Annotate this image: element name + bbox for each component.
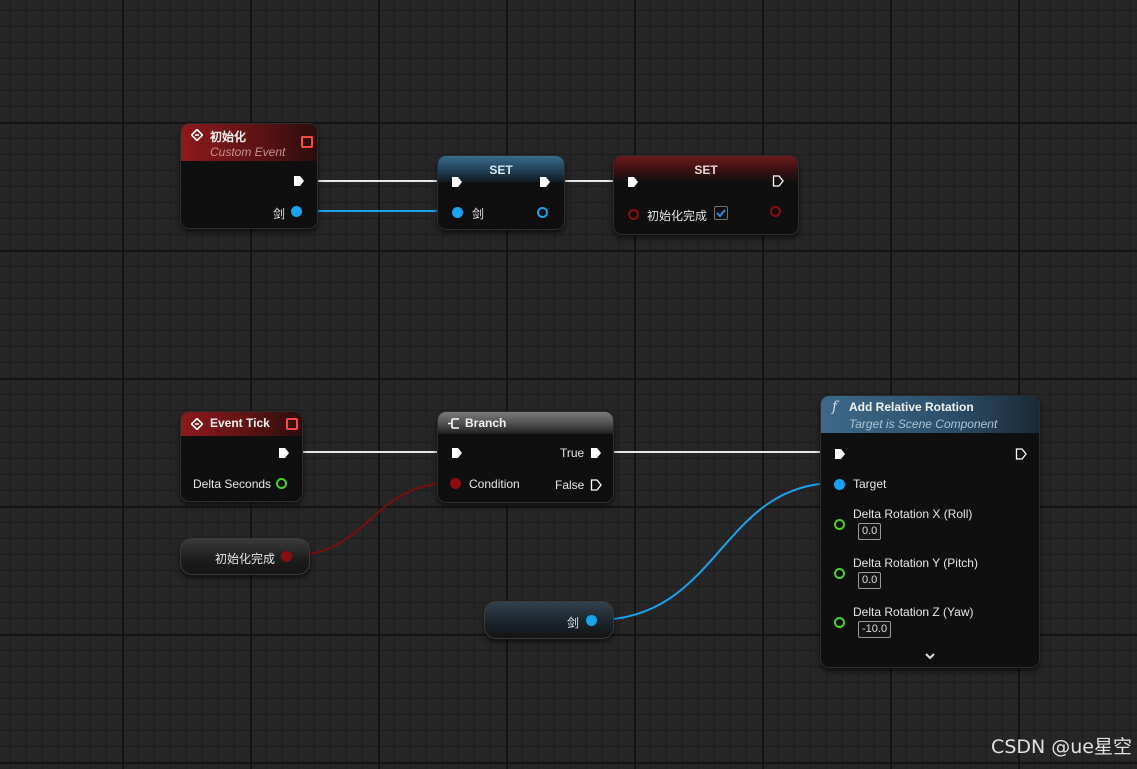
exec-out-pin[interactable] xyxy=(539,176,551,188)
set-init-node[interactable]: SET 初始化完成 xyxy=(613,155,799,235)
set-sword-node[interactable]: SET 剑 xyxy=(437,155,565,230)
get-sword-label: 剑 xyxy=(567,616,580,630)
branch-title: Branch xyxy=(465,416,507,430)
get-sword-out-pin[interactable] xyxy=(586,615,597,626)
add-rotation-title: Add Relative Rotation xyxy=(849,400,974,414)
exec-out-pin[interactable] xyxy=(1015,448,1027,460)
bool-wire-get-to-condition[interactable] xyxy=(288,482,453,557)
set-init-title: SET xyxy=(694,163,718,177)
init-out-pin[interactable] xyxy=(770,206,781,217)
event-tick-title: Event Tick xyxy=(210,416,270,430)
delta-rotation-z-input[interactable]: -10.0 xyxy=(858,621,892,638)
delta-rotation-x-pin[interactable] xyxy=(834,519,845,530)
sword-wire-get-to-target[interactable] xyxy=(595,482,837,621)
add-rotation-header[interactable]: f Add Relative Rotation Target is Scene … xyxy=(821,396,1039,433)
sword-in-label: 剑 xyxy=(472,207,485,221)
event-tick-header[interactable]: Event Tick xyxy=(181,412,302,436)
branch-icon xyxy=(448,418,459,429)
set-init-header[interactable]: SET xyxy=(614,156,798,182)
get-init-node[interactable]: 初始化完成 xyxy=(180,538,310,575)
true-exec-pin[interactable] xyxy=(590,447,602,459)
chevron-down-icon[interactable] xyxy=(924,652,936,661)
get-init-label: 初始化完成 xyxy=(215,552,276,566)
delta-rotation-y-input[interactable]: 0.0 xyxy=(858,572,882,589)
init-in-pin[interactable] xyxy=(628,209,639,220)
delta-rotation-y-label: Delta Rotation Y (Pitch) xyxy=(853,556,978,570)
exec-in-pin[interactable] xyxy=(627,176,639,188)
custom-event-node[interactable]: 初始化 Custom Event 剑 xyxy=(180,123,318,229)
set-sword-title: SET xyxy=(489,163,513,177)
init-value-checkbox[interactable] xyxy=(714,206,728,220)
delta-rotation-x-input[interactable]: 0.0 xyxy=(858,523,882,540)
condition-label: Condition xyxy=(469,477,520,491)
target-pin[interactable] xyxy=(834,479,845,490)
sword-pin-label: 剑 xyxy=(273,207,286,221)
delta-seconds-pin[interactable] xyxy=(276,478,287,489)
event-icon xyxy=(191,129,203,141)
delta-seconds-label: Delta Seconds xyxy=(193,477,272,491)
delegate-pin-icon[interactable] xyxy=(301,136,313,148)
delta-rotation-x-label: Delta Rotation X (Roll) xyxy=(853,507,973,521)
exec-in-pin[interactable] xyxy=(451,176,463,188)
event-icon xyxy=(191,418,203,430)
get-sword-node[interactable]: 剑 xyxy=(484,601,614,639)
delta-rotation-z-label: Delta Rotation Z (Yaw) xyxy=(853,605,974,619)
false-label: False xyxy=(555,478,585,492)
branch-header[interactable]: Branch xyxy=(438,412,613,434)
add-relative-rotation-node[interactable]: f Add Relative Rotation Target is Scene … xyxy=(820,395,1040,668)
sword-out-pin[interactable] xyxy=(537,207,548,218)
add-rotation-subtitle: Target is Scene Component xyxy=(849,417,998,431)
custom-event-title: 初始化 xyxy=(210,130,247,144)
exec-out-pin[interactable] xyxy=(772,175,784,187)
exec-in-pin[interactable] xyxy=(451,447,463,459)
custom-event-subtitle: Custom Event xyxy=(210,145,286,159)
condition-pin[interactable] xyxy=(450,478,461,489)
exec-out-pin[interactable] xyxy=(293,175,305,187)
delta-rotation-y-pin[interactable] xyxy=(834,568,845,579)
get-init-out-pin[interactable] xyxy=(281,551,292,562)
target-label: Target xyxy=(853,477,887,491)
exec-in-pin[interactable] xyxy=(834,448,846,460)
init-in-label: 初始化完成 xyxy=(647,209,708,223)
false-exec-pin[interactable] xyxy=(590,479,602,491)
exec-out-pin[interactable] xyxy=(278,447,290,459)
checkmark-icon xyxy=(716,209,726,218)
delegate-pin-icon[interactable] xyxy=(286,418,298,430)
sword-out-pin[interactable] xyxy=(291,206,302,217)
function-icon: f xyxy=(832,399,838,415)
true-label: True xyxy=(560,446,585,460)
sword-in-pin[interactable] xyxy=(452,207,463,218)
event-tick-node[interactable]: Event Tick Delta Seconds xyxy=(180,411,303,502)
custom-event-header[interactable]: 初始化 Custom Event xyxy=(181,124,317,161)
watermark: CSDN @ue星空 xyxy=(991,736,1132,758)
delta-rotation-z-pin[interactable] xyxy=(834,617,845,628)
branch-node[interactable]: Branch True Condition False xyxy=(437,411,614,503)
